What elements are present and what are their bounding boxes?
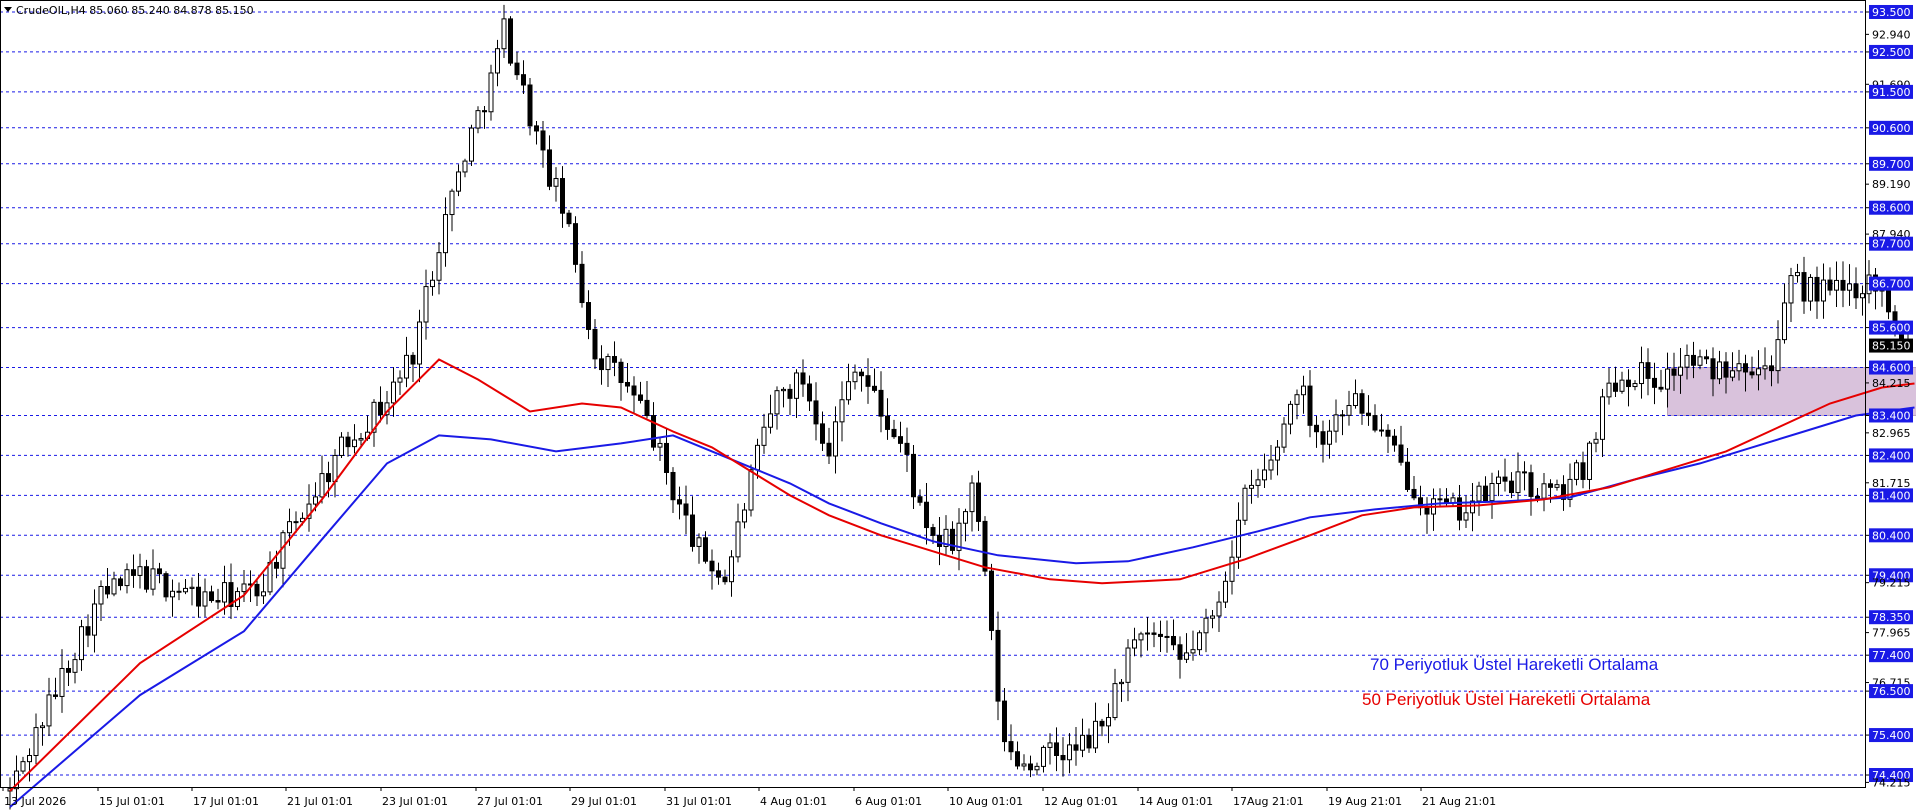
x-tick-label: 13 Jul 2026 <box>4 795 66 808</box>
y-tick-label: 74.215 <box>1872 776 1911 789</box>
y-tick-label: 87.700 <box>1872 238 1911 251</box>
x-tick-label: 29 Jul 01:01 <box>571 795 637 808</box>
y-tick-label: 83.400 <box>1872 409 1911 422</box>
y-tick-label: 84.600 <box>1872 362 1911 375</box>
y-tick-label: 76.500 <box>1872 685 1911 698</box>
x-tick-label: 15 Jul 01:01 <box>99 795 165 808</box>
y-tick-label: 84.215 <box>1872 377 1911 390</box>
y-tick-label: 92.940 <box>1872 28 1911 41</box>
x-tick-label: 6 Aug 01:01 <box>855 795 922 808</box>
candle <box>163 571 169 602</box>
y-tick-label: 81.400 <box>1872 489 1911 502</box>
candle <box>469 124 474 167</box>
symbol-info: CrudeOIL,H4 85.060 85.240 84.878 85.150 <box>16 4 254 17</box>
y-tick-label: 86.700 <box>1872 278 1911 291</box>
y-tick-label: 80.400 <box>1872 529 1911 542</box>
y-tick-label: 89.700 <box>1872 158 1911 171</box>
y-tick-label: 77.965 <box>1872 627 1911 640</box>
y-tick-label: 90.600 <box>1872 122 1911 135</box>
x-tick-label: 27 Jul 01:01 <box>477 795 543 808</box>
y-tick-label: 79.215 <box>1872 577 1911 590</box>
x-tick-label: 31 Jul 01:01 <box>666 795 732 808</box>
y-tick-label: 78.350 <box>1872 611 1911 624</box>
y-tick-label: 92.500 <box>1872 46 1911 59</box>
x-tick-label: 12 Aug 01:01 <box>1044 795 1118 808</box>
current-price-label: 85.150 <box>1872 340 1911 353</box>
y-tick-label: 91.500 <box>1872 86 1911 99</box>
y-tick-label: 82.400 <box>1872 449 1911 462</box>
y-tick-label: 81.715 <box>1872 477 1911 490</box>
support-zone-rect <box>1667 367 1916 416</box>
x-tick-label: 23 Jul 01:01 <box>382 795 448 808</box>
x-tick-label: 10 Aug 01:01 <box>949 795 1023 808</box>
candle <box>1242 484 1248 525</box>
x-tick-label: 14 Aug 01:01 <box>1139 795 1213 808</box>
price-chart[interactable]: 93.50092.94092.50091.69091.50090.60089.7… <box>0 0 1916 812</box>
legend-ema70: 70 Periyotluk Üstel Hareketli Ortalama <box>1370 655 1659 674</box>
legend-ema50: 50 Periyotluk Üstel Hareketli Ortalama <box>1362 690 1651 709</box>
x-tick-label: 21 Jul 01:01 <box>287 795 353 808</box>
y-tick-label: 75.400 <box>1872 729 1911 742</box>
candle <box>508 16 513 66</box>
x-tick-label: 17 Jul 01:01 <box>193 795 259 808</box>
x-tick-label: 19 Aug 21:01 <box>1328 795 1402 808</box>
candle <box>573 216 578 273</box>
x-tick-label: 4 Aug 01:01 <box>760 795 827 808</box>
y-tick-label: 88.600 <box>1872 202 1911 215</box>
candle <box>989 563 994 641</box>
y-tick-label: 77.400 <box>1872 649 1911 662</box>
y-tick-label: 85.600 <box>1872 322 1911 335</box>
y-tick-label: 93.500 <box>1872 6 1911 19</box>
support-zone-layer <box>1667 367 1916 416</box>
y-tick-label: 82.965 <box>1872 427 1911 440</box>
y-tick-label: 89.190 <box>1872 178 1911 191</box>
x-tick-label: 17Aug 21:01 <box>1233 795 1304 808</box>
candle <box>488 64 494 121</box>
x-tick-label: 21 Aug 21:01 <box>1422 795 1496 808</box>
